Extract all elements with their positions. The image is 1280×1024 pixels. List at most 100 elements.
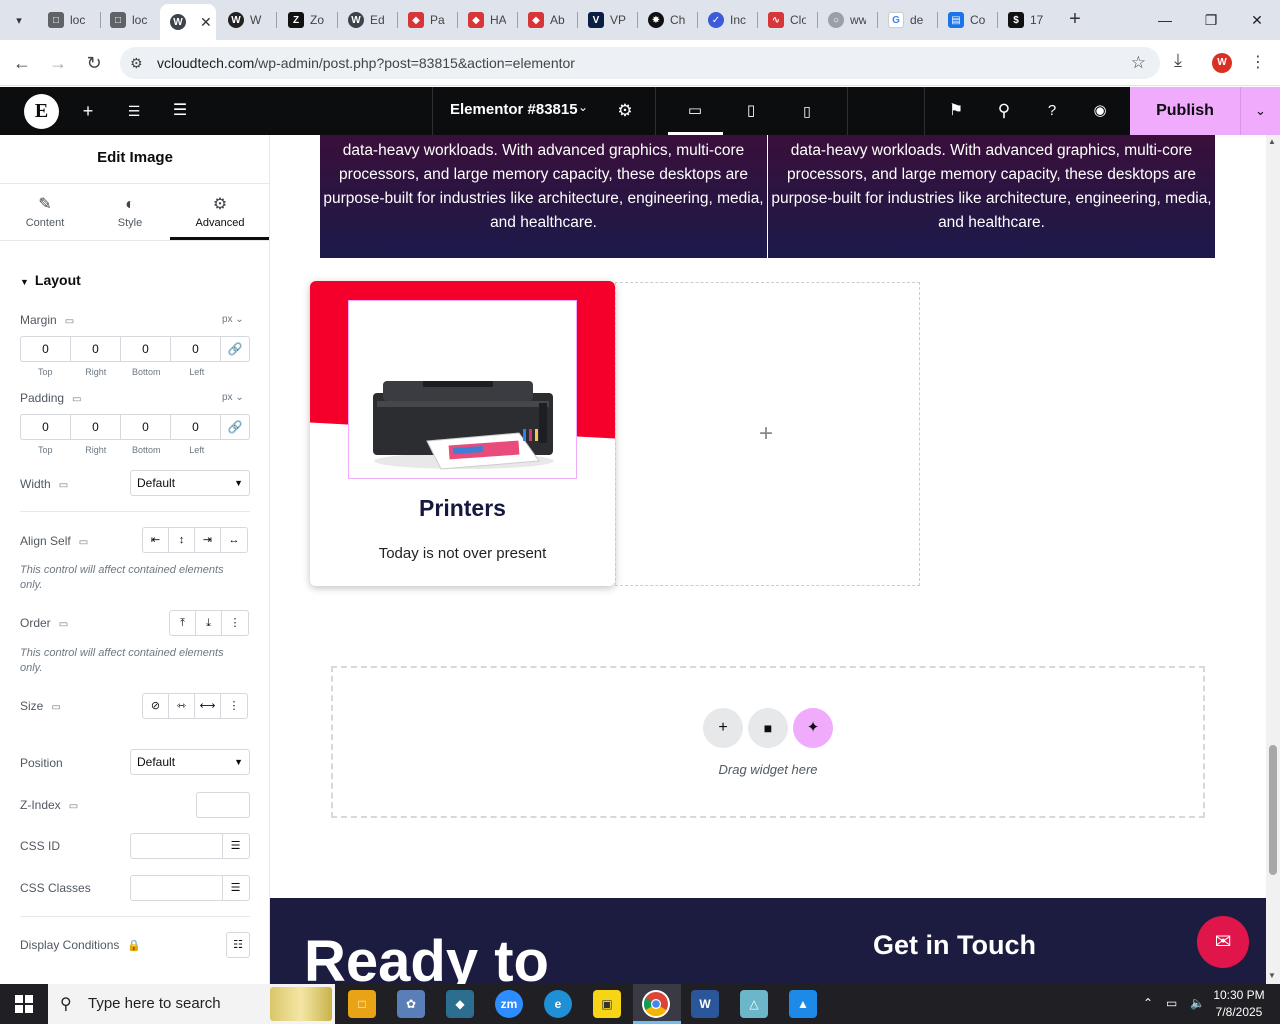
size-none-icon[interactable]: ⊘ — [143, 694, 169, 718]
tab-content[interactable]: ✎ Content — [0, 193, 90, 229]
url-omnibox[interactable]: ⚙ vcloudtech.com/wp-admin/post.php?post=… — [120, 47, 1160, 79]
site-info-icon[interactable]: ⚙ — [130, 55, 143, 72]
app-icon[interactable]: ◆ — [446, 990, 474, 1018]
app-icon[interactable]: ✿ — [397, 990, 425, 1018]
padding-top-input[interactable]: 0 — [21, 415, 71, 439]
browser-tab[interactable]: ▤ Co — [948, 6, 992, 34]
close-window-icon[interactable]: ✕ — [1242, 8, 1272, 32]
close-tab-icon[interactable]: ✕ — [200, 14, 212, 31]
zoom-icon[interactable]: zm — [495, 990, 523, 1018]
browser-tab[interactable]: ✸ Ch — [648, 6, 692, 34]
browser-tab[interactable]: W W — [228, 6, 272, 34]
tab-search-chevron-icon[interactable]: ▾ — [6, 8, 32, 32]
margin-bottom-input[interactable]: 0 — [121, 337, 171, 361]
network-icon[interactable]: ▭ — [1166, 996, 1177, 1010]
chrome-icon[interactable] — [642, 990, 670, 1018]
size-grow-icon[interactable]: ⇿ — [169, 694, 195, 718]
add-widget-plus-icon[interactable]: + — [759, 420, 773, 448]
edge-icon[interactable]: e — [544, 990, 572, 1018]
position-select[interactable]: Default ▼ — [130, 749, 250, 775]
width-select[interactable]: Default ▼ — [130, 470, 250, 496]
profile-avatar[interactable]: W — [1212, 53, 1232, 73]
reload-icon[interactable]: ↻ — [81, 50, 107, 76]
browser-tab[interactable]: □ loc — [48, 6, 94, 34]
elementor-logo-icon[interactable]: E — [24, 94, 59, 129]
ai-sparkle-icon[interactable]: ✦ — [793, 708, 833, 748]
add-section-plus-icon[interactable]: + — [703, 708, 743, 748]
preview-eye-icon[interactable]: ◉ — [1088, 99, 1112, 123]
link-values-icon[interactable]: 🔗 — [221, 415, 249, 439]
browser-tab[interactable]: V VP — [588, 6, 632, 34]
publish-button[interactable]: Publish — [1130, 87, 1240, 135]
chat-widget-icon[interactable]: ✉ — [1197, 916, 1249, 968]
desktop-icon[interactable]: ▭ — [69, 801, 78, 812]
scrollbar-thumb[interactable] — [1269, 745, 1277, 875]
order-last-icon[interactable]: ⤓ — [196, 611, 222, 635]
margin-top-input[interactable]: 0 — [21, 337, 71, 361]
add-element-icon[interactable]: + — [76, 99, 100, 123]
scroll-up-arrow-icon[interactable]: ▲ — [1268, 137, 1276, 146]
download-icon[interactable]: ⤓ — [1174, 50, 1182, 71]
footer-heading[interactable]: Ready to — [304, 928, 549, 984]
show-hidden-icons-chevron-icon[interactable]: ⌃ — [1143, 996, 1153, 1010]
scroll-down-arrow-icon[interactable]: ▼ — [1268, 971, 1276, 980]
more-options-icon[interactable]: ⋮ — [221, 694, 247, 718]
margin-unit-select[interactable]: px ⌄ — [222, 314, 244, 325]
volume-icon[interactable]: 🔈 — [1190, 996, 1205, 1010]
contact-heading[interactable]: Get in Touch — [873, 930, 1036, 961]
printer-card[interactable]: Printers Today is not over present — [310, 281, 615, 586]
back-arrow-icon[interactable]: ← — [9, 50, 35, 76]
file-explorer-icon[interactable]: □ — [348, 990, 376, 1018]
feature-card-text[interactable]: data-heavy workloads. With advanced grap… — [768, 135, 1215, 258]
size-shrink-icon[interactable]: ⟷ — [195, 694, 221, 718]
printer-image[interactable] — [348, 300, 577, 479]
browser-tab[interactable]: ◆ Pa — [408, 6, 452, 34]
browser-tab[interactable]: ◆ HA — [468, 6, 512, 34]
margin-right-input[interactable]: 0 — [71, 337, 121, 361]
dynamic-tags-icon[interactable]: ☰ — [222, 875, 250, 901]
structure-layers-icon[interactable]: ☰ — [168, 99, 192, 123]
desktop-icon[interactable]: ▭ — [51, 702, 60, 713]
padding-unit-select[interactable]: px ⌄ — [222, 392, 244, 403]
tab-style[interactable]: ◐ Style — [85, 193, 175, 229]
search-icon[interactable]: ⚲ — [992, 99, 1016, 123]
site-settings-sliders-icon[interactable]: ☰ — [122, 99, 146, 123]
padding-right-input[interactable]: 0 — [71, 415, 121, 439]
align-center-icon[interactable]: ↕ — [169, 528, 195, 552]
url-text[interactable]: vcloudtech.com/wp-admin/post.php?post=83… — [157, 55, 575, 71]
zindex-input[interactable] — [196, 792, 250, 818]
align-end-icon[interactable]: ⇥ — [195, 528, 221, 552]
align-stretch-icon[interactable]: ↔ — [221, 528, 247, 552]
browser-menu-icon[interactable]: ⋮ — [1250, 52, 1266, 72]
photos-icon[interactable]: ▲ — [789, 990, 817, 1018]
publish-options-chevron-icon[interactable]: ⌄ — [1240, 87, 1280, 135]
browser-tab[interactable]: ✓ Inc — [708, 6, 752, 34]
sticky-notes-icon[interactable]: ▣ — [593, 990, 621, 1018]
browser-tab[interactable]: $ 17 — [1008, 6, 1052, 34]
desktop-icon[interactable]: ▭ — [59, 480, 68, 491]
desktop-icon[interactable]: ▭ — [72, 394, 81, 405]
display-conditions-button[interactable]: ☷ — [226, 932, 250, 958]
browser-tab[interactable]: ○ ww — [828, 6, 872, 34]
feature-card-text[interactable]: data-heavy workloads. With advanced grap… — [320, 135, 767, 258]
padding-bottom-input[interactable]: 0 — [121, 415, 171, 439]
windows-start-icon[interactable] — [0, 984, 48, 1024]
tab-advanced[interactable]: ⚙ Advanced — [175, 193, 265, 229]
browser-tab[interactable]: ∿ Clo — [768, 6, 812, 34]
page-settings-gear-icon[interactable]: ⚙ — [613, 99, 637, 123]
template-library-folder-icon[interactable]: ■ — [748, 708, 788, 748]
desktop-icon[interactable]: ▭ — [79, 537, 88, 548]
empty-column[interactable]: + — [615, 282, 920, 586]
mobile-view-icon[interactable]: ▯ — [795, 99, 819, 123]
taskbar-search[interactable]: ⚲ Type here to search — [48, 984, 335, 1024]
desktop-view-icon[interactable]: ▭ — [683, 99, 707, 123]
desktop-icon[interactable]: ▭ — [65, 316, 74, 327]
dynamic-tags-icon[interactable]: ☰ — [222, 833, 250, 859]
browser-tab[interactable]: □ loc — [110, 6, 156, 34]
css-id-input[interactable] — [130, 833, 223, 859]
css-classes-input[interactable] — [130, 875, 223, 901]
padding-left-input[interactable]: 0 — [171, 415, 221, 439]
forward-arrow-icon[interactable]: → — [45, 50, 71, 76]
margin-left-input[interactable]: 0 — [171, 337, 221, 361]
restore-icon[interactable]: ❐ — [1196, 8, 1226, 32]
